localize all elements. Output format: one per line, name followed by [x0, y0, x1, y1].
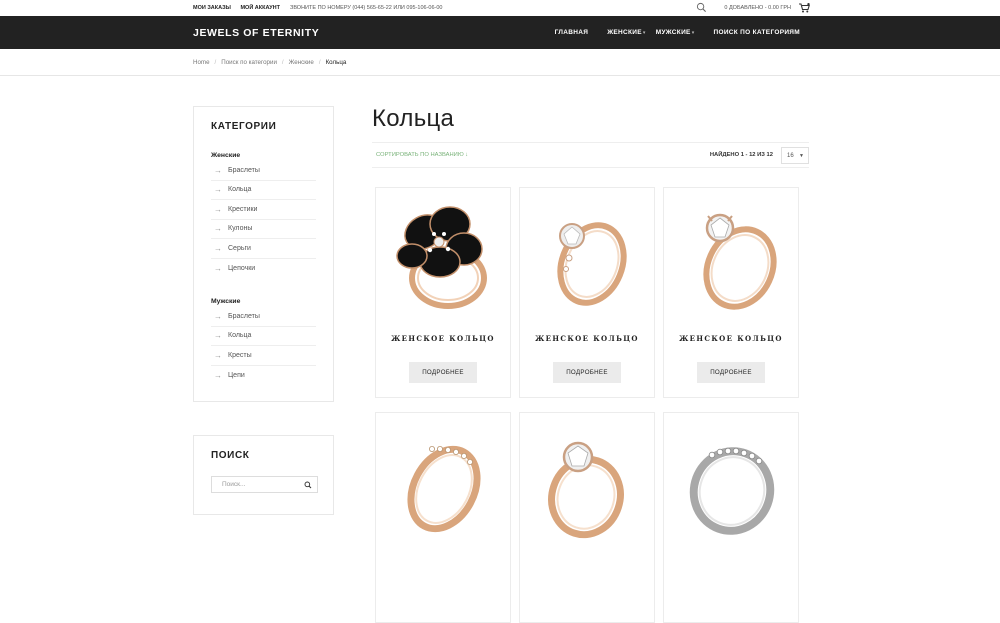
category-label: Кулоны: [228, 225, 253, 233]
category-label: Кольца: [228, 186, 252, 194]
breadcrumb: Home / Поиск по категории / Женские / Кольц…: [0, 49, 1000, 76]
arrow-right-icon: →: [214, 350, 222, 360]
category-item[interactable]: → Браслеты: [211, 161, 316, 181]
details-button[interactable]: ПОДРОБНЕЕ: [697, 362, 765, 383]
arrow-right-icon: →: [214, 311, 222, 321]
arrow-right-icon: →: [214, 370, 222, 380]
category-label: Кольца: [228, 332, 252, 340]
brand-logo[interactable]: JEWELS OF ETERNITY: [193, 27, 319, 39]
arrow-right-icon: →: [214, 224, 222, 234]
nav-women[interactable]: ЖЕНСКИЕ▾: [607, 29, 646, 36]
nav-home[interactable]: ГЛАВНАЯ: [555, 29, 589, 36]
sidebar: КАТЕГОРИИ Женские → Браслеты → Кольца → Кре…: [193, 106, 334, 515]
my-orders-link[interactable]: МОИ ЗАКАЗЫ: [193, 5, 231, 11]
arrow-right-icon: →: [214, 185, 222, 195]
categories-title: КАТЕГОРИИ: [211, 121, 277, 132]
catalog-main: Кольца СОРТИРОВАТЬ ПО НАЗВАНИЮ ↓ НАЙДЕНО…: [372, 105, 809, 168]
breadcrumb-category-search[interactable]: Поиск по категории: [221, 59, 277, 66]
category-item[interactable]: → Кольца: [211, 181, 316, 200]
category-item[interactable]: → Цепи: [211, 366, 316, 386]
page-title: Кольца: [372, 105, 455, 132]
product-card[interactable]: ЖЕНСКОЕ КОЛЬЦО ПОДРОБНЕЕ: [663, 187, 799, 398]
phone-text: ЗВОНИТЕ ПО НОМЕРУ (044) 565-65-22 ИЛИ 09…: [290, 5, 443, 11]
per-page-value: 16: [787, 152, 794, 159]
nav-category-search[interactable]: ПОИСК ПО КАТЕГОРИЯМ: [714, 29, 801, 36]
arrow-right-icon: →: [214, 165, 222, 175]
category-label: Серьги: [228, 244, 251, 252]
rose-gold-solitaire-ring-icon[interactable]: [526, 194, 650, 318]
breadcrumb-separator: /: [318, 58, 321, 66]
product-card[interactable]: ЖЕНСКОЕ КОЛЬЦО ПОДРОБНЕЕ: [375, 187, 511, 398]
category-item[interactable]: → Браслеты: [211, 307, 316, 327]
nav-men[interactable]: МУЖСКИЕ▾: [656, 29, 695, 36]
category-item[interactable]: → Цепочки: [211, 259, 316, 279]
sort-by-name-link[interactable]: СОРТИРОВАТЬ ПО НАЗВАНИЮ ↓: [376, 152, 468, 158]
search-button[interactable]: [299, 477, 317, 492]
nav-women-label: ЖЕНСКИЕ: [607, 29, 642, 36]
group-men-list: → Браслеты → Кольца → Кресты → Цепи: [211, 307, 316, 385]
sort-bar: СОРТИРОВАТЬ ПО НАЗВАНИЮ ↓ НАЙДЕНО 1 - 12…: [372, 142, 809, 168]
product-name[interactable]: ЖЕНСКОЕ КОЛЬЦО: [664, 334, 798, 343]
breadcrumb-separator: /: [281, 58, 284, 66]
breadcrumb-home[interactable]: Home: [193, 59, 210, 66]
solitaire-ring-icon[interactable]: [526, 419, 650, 543]
product-card[interactable]: [375, 412, 511, 623]
details-button[interactable]: ПОДРОБНЕЕ: [409, 362, 477, 383]
main-navbar: JEWELS OF ETERNITY ГЛАВНАЯ ЖЕНСКИЕ▾ МУЖС…: [0, 16, 1000, 49]
my-account-link[interactable]: МОЙ АККАУНТ: [240, 5, 280, 11]
product-name[interactable]: ЖЕНСКОЕ КОЛЬЦО: [520, 334, 654, 343]
group-men-title: Мужские: [211, 298, 241, 305]
breadcrumb-women[interactable]: Женские: [289, 59, 314, 66]
categories-panel: КАТЕГОРИИ Женские → Браслеты → Кольца → Кре…: [193, 106, 334, 402]
arrow-right-icon: →: [214, 204, 222, 214]
search-input[interactable]: Поиск...: [211, 476, 318, 493]
category-item[interactable]: → Крестики: [211, 200, 316, 220]
product-card[interactable]: ЖЕНСКОЕ КОЛЬЦО ПОДРОБНЕЕ: [519, 187, 655, 398]
category-label: Крестики: [228, 205, 258, 213]
rose-gold-solitaire-ring-icon[interactable]: [670, 194, 794, 318]
product-name[interactable]: ЖЕНСКОЕ КОЛЬЦО: [376, 334, 510, 343]
category-item[interactable]: → Кулоны: [211, 220, 316, 239]
category-label: Цепи: [228, 371, 245, 379]
per-page-select[interactable]: 16 ▼: [781, 147, 809, 164]
main-nav: ГЛАВНАЯ ЖЕНСКИЕ▾ МУЖСКИЕ▾ ПОИСК ПО КАТЕГ…: [536, 16, 800, 49]
top-bar: МОИ ЗАКАЗЫ МОЙ АККАУНТ ЗВОНИТЕ ПО НОМЕРУ…: [0, 0, 1000, 16]
cart-summary[interactable]: 0 ДОБАВЛЕНО - 0.00 ГРН: [724, 5, 791, 11]
details-button[interactable]: ПОДРОБНЕЕ: [553, 362, 621, 383]
arrow-right-icon: →: [214, 243, 222, 253]
chevron-down-icon: ▾: [642, 30, 646, 36]
search-icon[interactable]: [696, 2, 707, 13]
category-label: Браслеты: [228, 312, 260, 320]
silver-pave-band-ring-icon[interactable]: [670, 419, 794, 543]
group-women-title: Женские: [211, 152, 241, 159]
group-women-list: → Браслеты → Кольца → Крестики → Кулоны → Сер…: [211, 161, 316, 278]
search-placeholder: Поиск...: [222, 481, 246, 488]
product-card[interactable]: [663, 412, 799, 623]
search-title: ПОИСК: [211, 450, 250, 461]
arrow-right-icon: →: [214, 263, 222, 273]
category-label: Кресты: [228, 351, 252, 359]
nav-men-label: МУЖСКИЕ: [655, 29, 691, 36]
search-panel: ПОИСК Поиск...: [193, 435, 334, 515]
arrow-right-icon: →: [214, 331, 222, 341]
cart-icon[interactable]: [799, 3, 810, 13]
pave-band-ring-icon[interactable]: [382, 419, 506, 543]
category-item[interactable]: → Кресты: [211, 346, 316, 366]
black-flower-ring-icon[interactable]: [382, 194, 506, 318]
results-count: НАЙДЕНО 1 - 12 ИЗ 12: [709, 152, 773, 158]
breadcrumb-separator: /: [214, 58, 217, 66]
breadcrumb-current: Кольца: [325, 58, 347, 66]
chevron-down-icon: ▾: [691, 30, 695, 36]
chevron-down-icon: ▼: [799, 152, 804, 159]
category-label: Цепочки: [228, 264, 256, 272]
product-card[interactable]: [519, 412, 655, 623]
category-label: Браслеты: [228, 166, 260, 174]
category-item[interactable]: → Серьги: [211, 239, 316, 259]
category-item[interactable]: → Кольца: [211, 327, 316, 346]
search-icon: [304, 481, 312, 488]
